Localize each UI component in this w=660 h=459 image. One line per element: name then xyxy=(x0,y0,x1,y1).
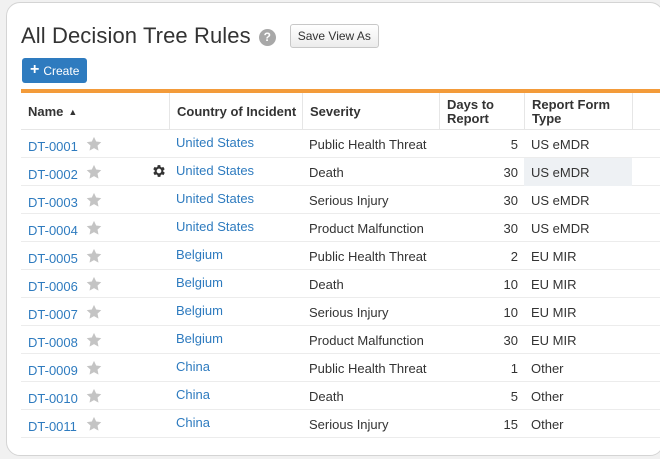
star-icon[interactable] xyxy=(85,415,103,433)
days-to-report-cell: 30 xyxy=(503,220,518,236)
days-to-report-cell: 10 xyxy=(503,276,518,292)
create-button-label: Create xyxy=(43,63,80,78)
severity-cell: Product Malfunction xyxy=(309,332,424,348)
save-view-as-button[interactable]: Save View As xyxy=(289,24,379,48)
table-row[interactable]: DT-0011 China Serious Injury 15 Other xyxy=(21,410,660,438)
table-body: DT-0001 United States Public Health Threat… xyxy=(21,130,660,438)
column-header-empty xyxy=(632,93,660,130)
star-icon[interactable] xyxy=(85,387,103,405)
severity-cell: Public Health Threat xyxy=(309,136,427,152)
page-header: All Decision Tree Rules ? Save View As xyxy=(21,23,379,49)
days-to-report-cell: 15 xyxy=(503,416,518,432)
star-icon[interactable] xyxy=(85,219,103,237)
severity-cell: Product Malfunction xyxy=(309,220,424,236)
page-title: All Decision Tree Rules xyxy=(21,23,251,48)
column-header-severity[interactable]: Severity xyxy=(302,93,439,130)
country-link[interactable]: China xyxy=(169,352,302,380)
severity-cell: Serious Injury xyxy=(309,416,389,432)
report-form-type-cell: US eMDR xyxy=(531,136,590,152)
star-icon[interactable] xyxy=(85,331,103,349)
table-row[interactable]: DT-0005 Belgium Public Health Threat 2 EU MI… xyxy=(21,242,660,270)
create-button[interactable]: + Create xyxy=(22,58,88,83)
severity-cell: Serious Injury xyxy=(309,304,389,320)
star-icon[interactable] xyxy=(85,163,103,181)
star-icon[interactable] xyxy=(85,359,103,377)
country-link[interactable]: Belgium xyxy=(169,324,302,352)
severity-cell: Public Health Threat xyxy=(309,360,427,376)
days-to-report-cell: 30 xyxy=(503,164,518,180)
star-icon[interactable] xyxy=(85,191,103,209)
country-link[interactable]: United States xyxy=(169,156,302,184)
days-to-report-cell: 30 xyxy=(503,332,518,348)
report-form-type-cell: EU MIR xyxy=(531,276,577,292)
country-link[interactable]: China xyxy=(169,380,302,408)
country-link[interactable]: United States xyxy=(169,128,302,156)
report-form-type-cell: EU MIR xyxy=(531,304,577,320)
sort-ascending-icon: ▲ xyxy=(68,106,78,117)
country-link[interactable]: Belgium xyxy=(169,240,302,268)
gear-icon[interactable] xyxy=(151,163,167,179)
table-row[interactable]: DT-0007 Belgium Serious Injury 10 EU MIR xyxy=(21,298,660,326)
table-header: Name ▲ Country of Incident Severity Days… xyxy=(21,93,660,130)
days-to-report-cell: 30 xyxy=(503,192,518,208)
report-form-type-cell: US eMDR xyxy=(531,220,590,236)
severity-cell: Death xyxy=(309,388,344,404)
plus-icon: + xyxy=(30,61,40,78)
severity-cell: Death xyxy=(309,276,344,292)
column-header-country[interactable]: Country of Incident xyxy=(169,93,302,130)
rules-table: Name ▲ Country of Incident Severity Days… xyxy=(21,89,660,438)
column-header-name-label: Name xyxy=(28,103,64,119)
country-link[interactable]: China xyxy=(169,408,302,436)
country-link[interactable]: United States xyxy=(169,184,302,212)
table-row[interactable]: DT-0004 United States Product Malfunction 3… xyxy=(21,214,660,242)
severity-cell: Public Health Threat xyxy=(309,248,427,264)
table-row[interactable]: DT-0006 Belgium Death 10 EU MIR xyxy=(21,270,660,298)
table-row[interactable]: DT-0009 China Public Health Threat 1 Other xyxy=(21,354,660,382)
table-row[interactable]: DT-0002 United States Death 30 US eMDR xyxy=(21,158,660,186)
report-form-type-cell: EU MIR xyxy=(531,248,577,264)
star-icon[interactable] xyxy=(85,135,103,153)
days-to-report-cell: 2 xyxy=(510,248,518,264)
column-header-days[interactable]: Days to Report xyxy=(439,93,524,130)
severity-cell: Serious Injury xyxy=(309,192,389,208)
column-header-name[interactable]: Name ▲ xyxy=(21,93,169,130)
report-form-type-cell: EU MIR xyxy=(531,332,577,348)
days-to-report-cell: 1 xyxy=(510,360,518,376)
report-form-type-cell: Other xyxy=(531,360,564,376)
table-row[interactable]: DT-0010 China Death 5 Other xyxy=(21,382,660,410)
days-to-report-cell: 5 xyxy=(510,136,518,152)
help-icon[interactable]: ? xyxy=(258,28,276,46)
table-row[interactable]: DT-0003 United States Serious Injury 30 US e… xyxy=(21,186,660,214)
country-link[interactable]: Belgium xyxy=(169,268,302,296)
country-link[interactable]: Belgium xyxy=(169,296,302,324)
star-icon[interactable] xyxy=(85,303,103,321)
report-form-type-cell: US eMDR xyxy=(524,158,632,186)
report-form-type-cell: Other xyxy=(531,388,564,404)
star-icon[interactable] xyxy=(85,275,103,293)
severity-cell: Death xyxy=(309,164,344,180)
report-form-type-cell: US eMDR xyxy=(531,192,590,208)
days-to-report-cell: 5 xyxy=(510,388,518,404)
report-form-type-cell: Other xyxy=(531,416,564,432)
table-row[interactable]: DT-0001 United States Public Health Threat… xyxy=(21,130,660,158)
rules-panel: All Decision Tree Rules ? Save View As +… xyxy=(6,2,660,456)
column-header-report-form[interactable]: Report Form Type xyxy=(524,93,632,130)
star-icon[interactable] xyxy=(85,247,103,265)
country-link[interactable]: United States xyxy=(169,212,302,240)
table-row[interactable]: DT-0008 Belgium Product Malfunction 30 EU MI… xyxy=(21,326,660,354)
days-to-report-cell: 10 xyxy=(503,304,518,320)
